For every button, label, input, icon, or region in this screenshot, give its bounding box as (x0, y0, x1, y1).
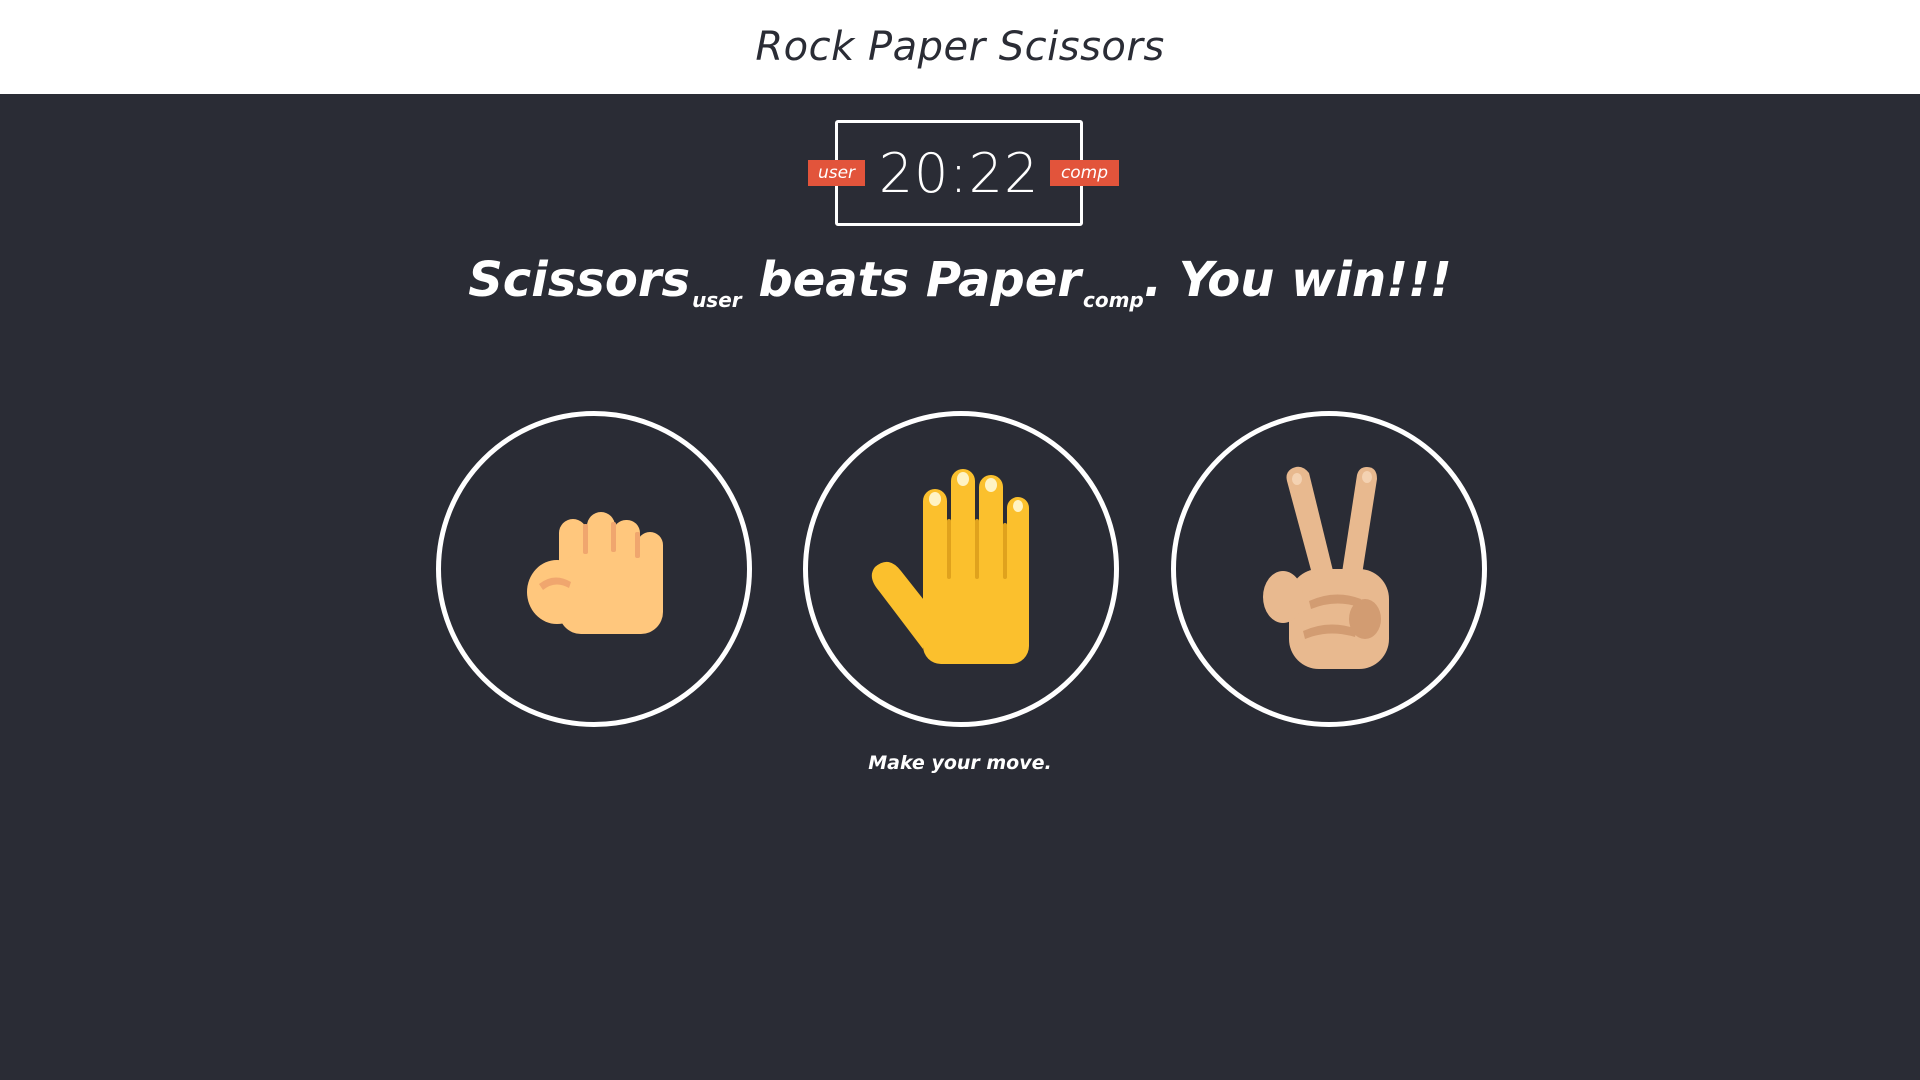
score-display: 20:22 (878, 141, 1040, 205)
result-outcome: . You win!!! (1143, 252, 1452, 308)
round-result: Scissors user beats Paper comp. You win!!! (0, 252, 1920, 312)
raised-hand-icon (871, 469, 1029, 664)
app-header: Rock Paper Scissors (0, 0, 1920, 94)
page-title: Rock Paper Scissors (755, 24, 1165, 70)
user-tag: user (692, 288, 742, 312)
paper-button[interactable] (803, 411, 1119, 727)
scoreboard: 20:22 (835, 120, 1083, 226)
scissors-button[interactable] (1171, 411, 1487, 727)
result-verb: beats (758, 252, 910, 308)
comp-tag: comp (1083, 288, 1144, 312)
raised-fist-icon (527, 512, 663, 634)
user-score-badge: user (808, 160, 865, 186)
user-choice-text: Scissors (468, 252, 691, 308)
comp-score-badge: comp (1050, 160, 1119, 186)
comp-choice-text: Paper (925, 252, 1081, 308)
move-prompt: Make your move. (868, 752, 1052, 774)
victory-hand-icon (1263, 466, 1389, 669)
rock-button[interactable] (436, 411, 752, 727)
choice-buttons (0, 411, 1920, 727)
